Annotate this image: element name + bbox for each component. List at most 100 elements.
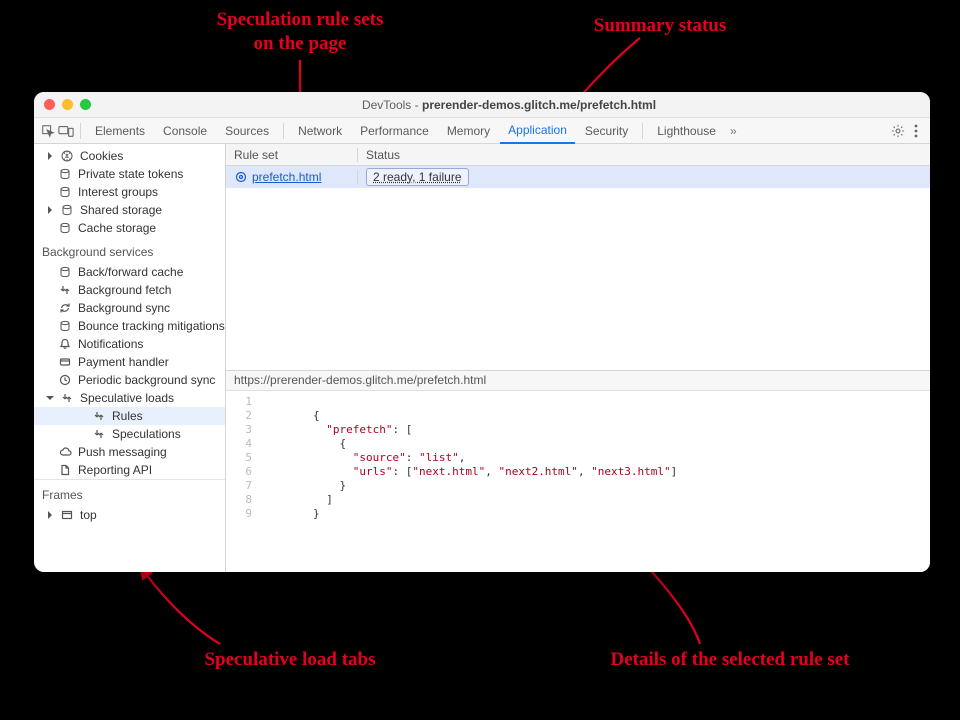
document-icon xyxy=(58,463,72,477)
fetch-icon xyxy=(92,427,106,441)
rules-table-row[interactable]: prefetch.html 2 ready, 1 failure xyxy=(226,166,930,188)
database-icon xyxy=(58,221,72,235)
close-traffic-light[interactable] xyxy=(44,99,55,110)
sidebar-item-background-fetch[interactable]: Background fetch xyxy=(34,281,225,299)
devtools-window: DevTools - prerender-demos.glitch.me/pre… xyxy=(34,92,930,572)
frame-icon xyxy=(60,508,74,522)
tab-elements[interactable]: Elements xyxy=(87,118,153,144)
sidebar-item-label: Shared storage xyxy=(80,203,162,217)
annotation-details: Details of the selected rule set xyxy=(560,648,900,672)
sidebar-item-background-sync[interactable]: Background sync xyxy=(34,299,225,317)
settings-gear-icon[interactable] xyxy=(890,123,906,139)
sidebar-item-label: Push messaging xyxy=(78,445,167,459)
sidebar-item-bounce-tracking[interactable]: Bounce tracking mitigations xyxy=(34,317,225,335)
sidebar-item-label: Reporting API xyxy=(78,463,152,477)
sidebar-item-label: Background sync xyxy=(78,301,170,315)
minimize-traffic-light[interactable] xyxy=(62,99,73,110)
tabs-overflow-icon[interactable]: » xyxy=(726,124,741,138)
sidebar-group-background-services: Background services xyxy=(34,237,225,263)
database-icon xyxy=(58,167,72,181)
sidebar-item-label: Background fetch xyxy=(78,283,171,297)
ruleset-source-view[interactable]: 123456789 { "prefetch": [ { "source": "l… xyxy=(226,391,930,573)
status-badge[interactable]: 2 ready, 1 failure xyxy=(366,168,469,186)
ruleset-cell[interactable]: prefetch.html xyxy=(226,170,358,184)
sidebar-item-label: Cache storage xyxy=(78,221,156,235)
sync-icon xyxy=(58,301,72,315)
database-icon xyxy=(58,265,72,279)
tabbar-divider xyxy=(80,123,81,139)
bell-icon xyxy=(58,337,72,351)
sidebar-item-label: Private state tokens xyxy=(78,167,183,181)
fetch-icon xyxy=(60,391,74,405)
credit-card-icon xyxy=(58,355,72,369)
tabbar-divider xyxy=(642,123,643,139)
sidebar-item-top-frame[interactable]: top xyxy=(34,506,225,524)
application-sidebar[interactable]: Cookies Private state tokens Interest gr… xyxy=(34,144,226,572)
sidebar-item-label: Periodic background sync xyxy=(78,373,215,387)
annotation-rule-sets: Speculation rule setson the page xyxy=(190,8,410,56)
clock-icon xyxy=(58,373,72,387)
line-gutter: 123456789 xyxy=(226,391,260,573)
sidebar-item-private-state-tokens[interactable]: Private state tokens xyxy=(34,165,225,183)
rules-panel: Rule set Status prefetch.html 2 ready, 1… xyxy=(226,144,930,572)
status-cell: 2 ready, 1 failure xyxy=(358,168,930,186)
devtools-tabbar: Elements Console Sources Network Perform… xyxy=(34,118,930,144)
sidebar-item-payment-handler[interactable]: Payment handler xyxy=(34,353,225,371)
tab-application[interactable]: Application xyxy=(500,118,575,144)
sidebar-item-periodic-background-sync[interactable]: Periodic background sync xyxy=(34,371,225,389)
annotation-summary-status: Summary status xyxy=(560,14,760,38)
sidebar-item-label: Bounce tracking mitigations xyxy=(78,319,225,333)
tabbar-divider xyxy=(283,123,284,139)
annotation-load-tabs: Speculative load tabs xyxy=(160,648,420,672)
rules-table-header: Rule set Status xyxy=(226,144,930,166)
fetch-icon xyxy=(92,409,106,423)
database-icon xyxy=(58,319,72,333)
rules-table-blank xyxy=(226,188,930,371)
sidebar-item-shared-storage[interactable]: Shared storage xyxy=(34,201,225,219)
source-code[interactable]: { "prefetch": [ { "source": "list", "url… xyxy=(260,391,677,573)
tab-network[interactable]: Network xyxy=(290,118,350,144)
sidebar-item-cache-storage[interactable]: Cache storage xyxy=(34,219,225,237)
tab-console[interactable]: Console xyxy=(155,118,215,144)
tab-memory[interactable]: Memory xyxy=(439,118,498,144)
kebab-menu-icon[interactable] xyxy=(908,123,924,139)
sidebar-group-frames: Frames xyxy=(34,479,225,506)
sidebar-item-label: top xyxy=(80,508,97,522)
column-status[interactable]: Status xyxy=(358,148,930,162)
sidebar-item-label: Speculations xyxy=(112,427,181,441)
column-ruleset[interactable]: Rule set xyxy=(226,148,358,162)
sidebar-item-push-messaging[interactable]: Push messaging xyxy=(34,443,225,461)
sidebar-item-notifications[interactable]: Notifications xyxy=(34,335,225,353)
target-icon xyxy=(234,170,248,184)
zoom-traffic-light[interactable] xyxy=(80,99,91,110)
titlebar: DevTools - prerender-demos.glitch.me/pre… xyxy=(34,92,930,118)
inspect-icon[interactable] xyxy=(40,123,56,139)
sidebar-item-speculations[interactable]: Speculations xyxy=(34,425,225,443)
tab-lighthouse[interactable]: Lighthouse xyxy=(649,118,724,144)
sidebar-item-label: Back/forward cache xyxy=(78,265,183,279)
cloud-icon xyxy=(58,445,72,459)
sidebar-item-interest-groups[interactable]: Interest groups xyxy=(34,183,225,201)
window-title: DevTools - prerender-demos.glitch.me/pre… xyxy=(98,98,920,112)
ruleset-link[interactable]: prefetch.html xyxy=(252,170,321,184)
database-icon xyxy=(60,203,74,217)
cookies-icon xyxy=(60,149,74,163)
tab-security[interactable]: Security xyxy=(577,118,636,144)
sidebar-item-reporting-api[interactable]: Reporting API xyxy=(34,461,225,479)
detail-url-bar: https://prerender-demos.glitch.me/prefet… xyxy=(226,371,930,391)
sidebar-item-label: Payment handler xyxy=(78,355,169,369)
sidebar-item-speculative-loads[interactable]: Speculative loads xyxy=(34,389,225,407)
database-icon xyxy=(58,185,72,199)
sidebar-item-label: Rules xyxy=(112,409,143,423)
fetch-icon xyxy=(58,283,72,297)
sidebar-item-back-forward-cache[interactable]: Back/forward cache xyxy=(34,263,225,281)
device-toolbar-icon[interactable] xyxy=(58,123,74,139)
tab-performance[interactable]: Performance xyxy=(352,118,437,144)
tab-sources[interactable]: Sources xyxy=(217,118,277,144)
sidebar-item-cookies[interactable]: Cookies xyxy=(34,147,225,165)
sidebar-item-label: Notifications xyxy=(78,337,143,351)
sidebar-item-label: Interest groups xyxy=(78,185,158,199)
sidebar-item-label: Speculative loads xyxy=(80,391,174,405)
sidebar-item-label: Cookies xyxy=(80,149,123,163)
sidebar-item-rules[interactable]: Rules xyxy=(34,407,225,425)
